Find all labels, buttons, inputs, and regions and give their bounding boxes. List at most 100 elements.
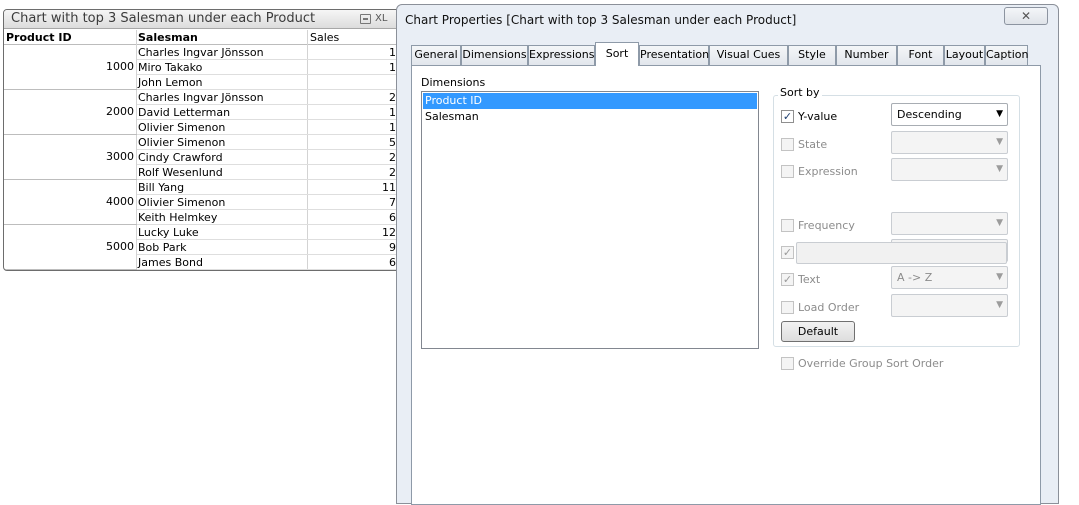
tab-style[interactable]: Style [788,45,836,65]
dimension-item[interactable]: Salesman [423,109,757,125]
salesman-cell[interactable]: John Lemon [138,76,203,89]
table-row: James Bond 64 [137,255,412,270]
dropdown-value: Descending [897,108,962,121]
sales-cell: 27 [313,166,403,179]
header-sales[interactable]: Sales [310,31,339,44]
salesman-cell[interactable]: Charles Ingvar Jönsson [138,46,264,59]
state-label: State [798,138,828,151]
salesman-cell[interactable]: Rolf Wesenlund [138,166,223,179]
tab-number[interactable]: Number [836,45,897,65]
sales-cell: 127 [382,226,403,239]
tab-font[interactable]: Font [897,45,944,65]
sales-cell: 18 [313,106,403,119]
table-row: Charles Ingvar Jönsson 17 [137,45,412,60]
text-label: Text [798,273,821,286]
close-button[interactable]: ✕ [1004,7,1048,25]
checkbox [781,357,794,370]
sales-cell: 64 [313,256,403,269]
sort-by-legend: Sort by [778,86,822,99]
tab-dimensions[interactable]: Dimensions [461,45,528,65]
dimension-item[interactable]: Product ID [423,93,757,109]
salesman-cell[interactable]: Olivier Simenon [138,196,225,209]
table-row: Bob Park 99 [137,240,412,255]
sales-cell: 99 [313,241,403,254]
chevron-down-icon[interactable]: ▼ [996,109,1003,119]
tab-caption[interactable]: Caption [985,45,1028,65]
salesman-cell[interactable]: Miro Takako [138,61,202,74]
tab-visual-cues[interactable]: Visual Cues [709,45,788,65]
checkbox: ✓ [781,273,794,286]
salesman-cell[interactable]: Olivier Simenon [138,121,225,134]
product-group: 5000 Lucky Luke 127 Bob Park 99 James Bond 64 [4,225,412,270]
table-row: David Letterman 18 [137,105,412,120]
state-sort-dropdown: ▼ [891,131,1008,154]
default-button[interactable]: Default [781,321,855,342]
salesman-cell[interactable]: David Letterman [138,106,230,119]
table-row: Rolf Wesenlund 27 [137,165,412,180]
product-id-cell[interactable]: 1000 [4,60,134,73]
chevron-down-icon: ▼ [996,300,1003,310]
sales-cell: 112 [382,181,403,194]
table-row: Bill Yang 112 [137,180,412,195]
chart-object[interactable]: Chart with top 3 Salesman under each Pro… [3,9,413,271]
salesman-cell[interactable]: Keith Helmkey [138,211,217,224]
tab-expressions[interactable]: Expressions [528,45,595,65]
table-header: Product ID Salesman Sales [4,30,412,45]
table-row: Cindy Crawford 27 [137,150,412,165]
chart-caption-bar[interactable]: Chart with top 3 Salesman under each Pro… [4,10,412,29]
table-row: John Lemon 9 [137,75,412,90]
product-id-cell[interactable]: 4000 [4,195,134,208]
chevron-down-icon: ▼ [996,272,1003,282]
chart-caption-title: Chart with top 3 Salesman under each Pro… [11,11,316,26]
table-row: Olivier Simenon 15 [137,120,412,135]
chevron-down-icon: ▼ [996,218,1003,228]
expression-label: Expression [798,165,858,178]
load-order-sort-dropdown: ▼ [891,294,1008,317]
header-product-id[interactable]: Product ID [6,31,72,44]
product-group: 1000 Charles Ingvar Jönsson 17 Miro Takako 1… [4,45,412,90]
caption-icons: XL [360,12,387,26]
override-group-sort-label: Override Group Sort Order [798,357,944,370]
sales-cell: 28 [313,91,403,104]
table-row: Olivier Simenon 56 [137,135,412,150]
salesman-cell[interactable]: Bill Yang [138,181,184,194]
checkbox [781,219,794,232]
salesman-cell[interactable]: James Bond [138,256,203,269]
chevron-down-icon: ▼ [996,137,1003,147]
print-icon[interactable] [360,14,371,24]
sales-cell: 17 [313,46,403,59]
table-row: Keith Helmkey 63 [137,210,412,225]
tab-general[interactable]: General [411,45,461,65]
sales-cell: 12 [313,61,403,74]
tab-layout[interactable]: Layout [944,45,985,65]
checkbox[interactable]: ✓ [781,110,794,123]
product-id-cell[interactable]: 5000 [4,240,134,253]
salesman-cell[interactable]: Bob Park [138,241,187,254]
product-group: 3000Olivier Simenon56Cindy Crawford27Rol… [4,135,412,180]
product-group: 4000Bill Yang112Olivier Simenon76Keith H… [4,180,412,225]
salesman-cell[interactable]: Olivier Simenon [138,136,225,149]
chart-properties-dialog: Chart Properties [Chart with top 3 Sales… [396,4,1059,505]
product-id-cell[interactable]: 2000 [4,105,134,118]
sales-cell: 76 [313,196,403,209]
chevron-down-icon: ▼ [996,164,1003,174]
tab-presentation[interactable]: Presentation [639,45,709,65]
header-salesman[interactable]: Salesman [138,31,198,44]
sort-tab-panel: Dimensions Product ID Salesman Sort by ✓ Y… [411,65,1041,505]
expression-sort-dropdown: ▼ [891,158,1008,181]
excel-export-icon[interactable]: XL [375,12,387,26]
table-row: Lucky Luke 127 [137,225,412,240]
sales-cell: 63 [313,211,403,224]
sales-cell: 56 [313,136,403,149]
salesman-cell[interactable]: Cindy Crawford [138,151,223,164]
sales-cell: 27 [313,151,403,164]
y-value-sort-dropdown[interactable]: Descending ▼ [891,103,1008,126]
checkbox: ✓ [781,246,794,259]
salesman-cell[interactable]: Charles Ingvar Jönsson [138,91,264,104]
product-id-cell[interactable]: 3000 [4,150,134,163]
salesman-cell[interactable]: Lucky Luke [138,226,199,239]
dimensions-list[interactable]: Product ID Salesman [421,91,759,349]
tab-sort[interactable]: Sort [595,42,639,66]
frequency-sort-dropdown: ▼ [891,212,1008,235]
table-row: Olivier Simenon 76 [137,195,412,210]
